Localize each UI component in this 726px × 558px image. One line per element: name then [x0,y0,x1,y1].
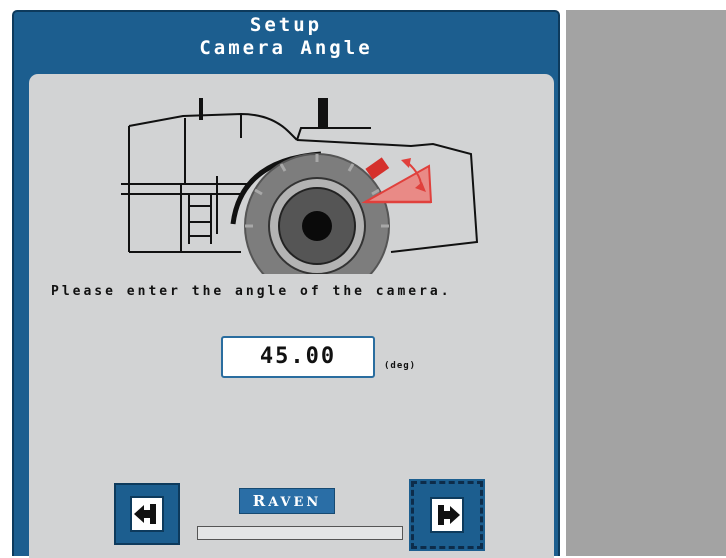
back-button[interactable] [114,483,180,545]
dialog-title: Setup Camera Angle [14,14,558,60]
screen: Setup Camera Angle Please enter the angl… [0,0,726,558]
background-area [566,10,726,556]
title-line-setup: Setup [249,14,323,36]
arrow-left-icon [130,496,164,532]
raven-logo: RAVEN [239,488,335,514]
progress-bar [197,526,403,540]
setup-dialog: Setup Camera Angle Please enter the angl… [12,10,560,558]
next-button[interactable] [409,479,485,551]
angle-prompt: Please enter the angle of the camera. [51,284,452,299]
content-panel: Please enter the angle of the camera. 45… [29,74,554,558]
stack-left [199,98,203,120]
stack-right [318,98,328,128]
camera-angle-indicator [361,157,433,204]
title-line-camera-angle: Camera Angle [199,37,373,59]
arrow-right-icon [430,497,464,533]
camera-angle-input[interactable]: 45.00 [221,336,375,378]
unit-label: (deg) [384,361,417,371]
camera-angle-illustration [121,98,479,274]
